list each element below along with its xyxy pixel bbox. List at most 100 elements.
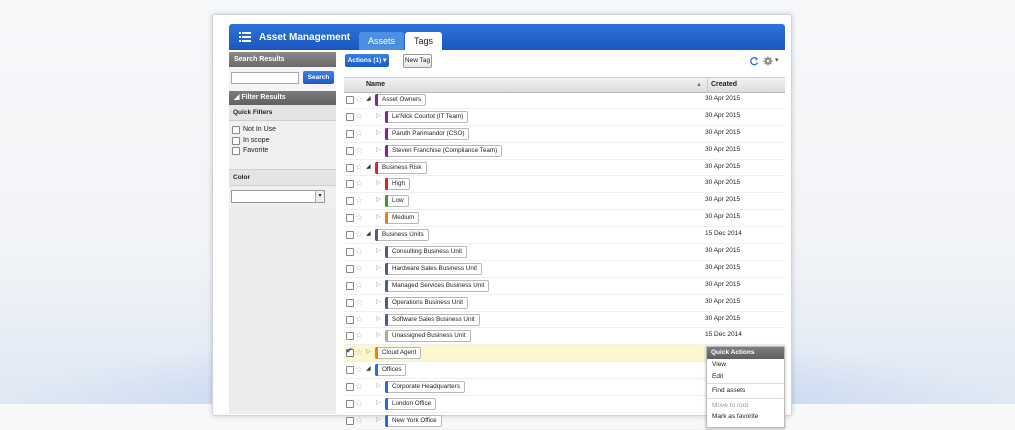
tag-label[interactable]: Cloud Agent xyxy=(375,347,422,360)
expand-icon[interactable]: ▷ xyxy=(376,383,381,390)
tag-label[interactable]: Le'Nick Courtot (IT Team) xyxy=(385,110,469,123)
tag-label[interactable]: Business Units xyxy=(375,229,429,242)
row-checkbox[interactable] xyxy=(346,315,354,324)
table-row[interactable]: ☆ ▷ Le'Nick Courtot (IT Team) 30 Apr 2015 xyxy=(344,109,785,126)
expand-icon[interactable]: ▷ xyxy=(366,349,371,356)
favorite-star-icon[interactable]: ☆ xyxy=(355,162,363,173)
favorite-star-icon[interactable]: ☆ xyxy=(355,94,363,105)
row-checkbox[interactable] xyxy=(346,214,354,223)
tag-label[interactable]: Steven Franchise (Compliance Team) xyxy=(385,144,503,157)
search-button[interactable]: Search xyxy=(303,71,334,84)
table-row[interactable]: ☆ ◢ Business Units 15 Dec 2014 xyxy=(344,227,785,245)
row-checkbox[interactable] xyxy=(346,281,354,290)
tag-label[interactable]: Offices xyxy=(375,364,407,377)
row-checkbox[interactable] xyxy=(346,298,354,307)
column-created[interactable]: Created xyxy=(707,78,786,92)
favorite-star-icon[interactable]: ☆ xyxy=(355,280,363,291)
table-row[interactable]: ☆ ▷ Software Sales Business Unit 30 Apr 201… xyxy=(344,312,785,329)
expand-icon[interactable]: ▷ xyxy=(376,299,381,306)
chevron-down-icon[interactable]: ▾ xyxy=(775,56,779,64)
favorite-star-icon[interactable]: ☆ xyxy=(355,246,363,257)
tag-label[interactable]: London Office xyxy=(385,398,437,411)
favorite-star-icon[interactable]: ☆ xyxy=(355,229,363,240)
tab-tags[interactable]: Tags xyxy=(405,32,443,50)
table-row[interactable]: ☆ ▷ Low 30 Apr 2015 xyxy=(344,193,785,211)
expand-icon[interactable]: ▷ xyxy=(376,197,381,204)
table-row[interactable]: ☆ ▷ Operations Business Unit 30 Apr 2015 xyxy=(344,295,785,312)
quick-filter-not-in-use[interactable]: Not In Use xyxy=(232,125,333,136)
menu-item-view[interactable]: View xyxy=(707,359,784,371)
menu-item-edit[interactable]: Edit xyxy=(707,371,784,383)
quick-filter-in-scope[interactable]: In scope xyxy=(232,136,333,147)
tag-label[interactable]: New York Office xyxy=(385,414,442,427)
tag-label[interactable]: Paruth Parimandor (CSO) xyxy=(385,127,470,140)
row-checkbox[interactable] xyxy=(346,264,354,273)
tag-label[interactable]: Managed Services Business Unit xyxy=(385,279,490,292)
expand-icon[interactable]: ▷ xyxy=(376,130,381,137)
favorite-star-icon[interactable]: ☆ xyxy=(355,145,363,156)
table-row[interactable]: ☆ ▷ Paruth Parimandor (CSO) 30 Apr 2015 xyxy=(344,126,785,143)
expand-icon[interactable]: ▷ xyxy=(376,265,381,272)
row-checkbox[interactable] xyxy=(346,366,354,375)
row-checkbox[interactable] xyxy=(346,248,354,257)
actions-button[interactable]: Actions (1) ▾ xyxy=(345,54,389,67)
checkbox[interactable] xyxy=(232,147,240,156)
collapse-icon[interactable]: ◢ xyxy=(366,164,371,171)
tag-label[interactable]: Corporate Headquarters xyxy=(385,381,465,394)
gear-icon[interactable] xyxy=(763,56,773,66)
tab-assets[interactable]: Assets xyxy=(359,32,405,50)
tag-label[interactable]: Medium xyxy=(385,212,420,225)
favorite-star-icon[interactable]: ☆ xyxy=(355,364,363,375)
tag-label[interactable]: Operations Business Unit xyxy=(385,296,469,309)
row-checkbox[interactable] xyxy=(346,129,354,138)
menu-item-move-to-root[interactable]: Move to root xyxy=(707,400,784,412)
tag-label[interactable]: Low xyxy=(385,195,409,208)
row-checkbox[interactable] xyxy=(346,96,354,104)
menu-item-mark-favorite[interactable]: Mark as favorite xyxy=(707,411,784,423)
row-checkbox[interactable] xyxy=(346,163,354,172)
search-input[interactable] xyxy=(231,72,299,84)
color-select[interactable]: ▾ xyxy=(231,190,325,203)
new-tag-button[interactable]: New Tag xyxy=(403,54,432,68)
row-checkbox[interactable] xyxy=(346,112,354,121)
collapse-icon[interactable]: ◢ xyxy=(366,96,371,103)
favorite-star-icon[interactable]: ☆ xyxy=(355,415,363,426)
favorite-star-icon[interactable]: ☆ xyxy=(355,263,363,274)
expand-icon[interactable]: ▷ xyxy=(376,214,381,221)
quick-filter-favorite[interactable]: Favorite xyxy=(232,146,333,157)
expand-icon[interactable]: ▷ xyxy=(376,147,381,154)
table-row[interactable]: ☆ ▷ Medium 30 Apr 2015 xyxy=(344,210,785,228)
favorite-star-icon[interactable]: ☆ xyxy=(355,178,363,189)
expand-icon[interactable]: ▷ xyxy=(376,113,381,120)
expand-icon[interactable]: ▷ xyxy=(376,180,381,187)
expand-icon[interactable]: ▷ xyxy=(376,248,381,255)
table-row[interactable]: ☆ ▷ Unassigned Business Unit 15 Dec 2014 xyxy=(344,328,785,346)
tag-label[interactable]: Business Risk xyxy=(375,161,427,174)
expand-icon[interactable]: ▷ xyxy=(376,316,381,323)
expand-icon[interactable]: ▷ xyxy=(376,332,381,339)
row-checkbox[interactable] xyxy=(346,400,354,409)
favorite-star-icon[interactable]: ☆ xyxy=(355,297,363,308)
row-checkbox[interactable] xyxy=(346,146,354,155)
favorite-star-icon[interactable]: ☆ xyxy=(355,111,363,122)
tag-label[interactable]: Consulting Business Unit xyxy=(385,246,468,259)
menu-item-find-assets[interactable]: Find assets xyxy=(707,385,784,397)
table-row[interactable]: ☆ ◢ Asset Owners 30 Apr 2015 xyxy=(344,92,785,109)
row-checkbox[interactable] xyxy=(346,197,354,206)
tag-label[interactable]: Asset Owners xyxy=(375,94,427,106)
expand-icon[interactable]: ▷ xyxy=(376,282,381,289)
favorite-star-icon[interactable]: ☆ xyxy=(355,128,363,139)
checkbox[interactable] xyxy=(232,136,240,145)
favorite-star-icon[interactable]: ☆ xyxy=(355,330,363,341)
tag-label[interactable]: High xyxy=(385,178,410,191)
tag-label[interactable]: Hardware Sales Business Unit xyxy=(385,262,483,275)
row-checkbox[interactable] xyxy=(346,346,354,358)
favorite-star-icon[interactable]: ☆ xyxy=(355,212,363,223)
row-checkbox[interactable] xyxy=(346,180,354,189)
filter-results-header[interactable]: ◢ Filter Results xyxy=(229,91,336,105)
table-row[interactable]: ☆ ▷ Steven Franchise (Compliance Team) 30 A… xyxy=(344,143,785,160)
collapse-icon[interactable]: ◢ xyxy=(366,231,371,238)
row-checkbox[interactable] xyxy=(346,332,354,341)
row-checkbox[interactable] xyxy=(346,231,354,240)
favorite-star-icon[interactable]: ☆ xyxy=(355,381,363,392)
